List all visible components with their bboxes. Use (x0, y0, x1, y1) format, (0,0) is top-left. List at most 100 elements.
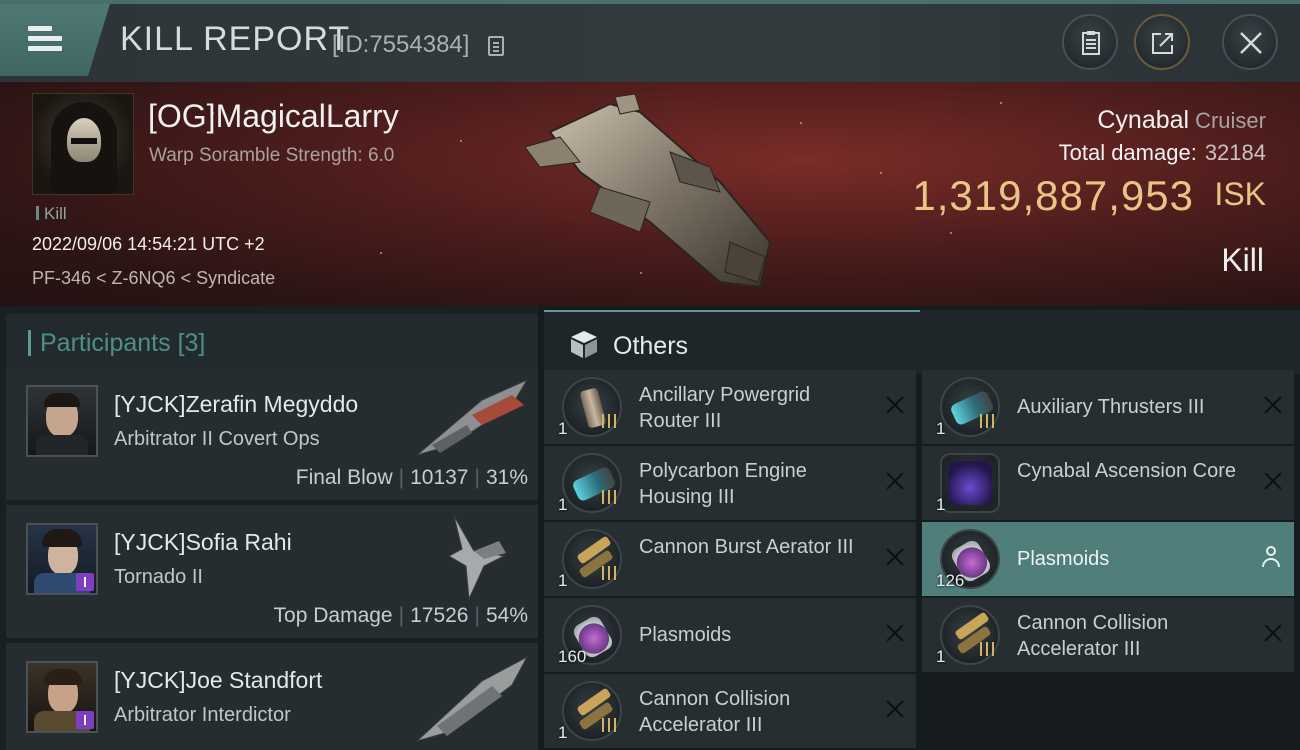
participants-count: [3] (177, 329, 206, 357)
warp-scramble-strength: Warp Soramble Strength: 6.0 (149, 145, 395, 166)
others-header[interactable]: Others (544, 310, 1300, 374)
battery-icon (562, 377, 622, 437)
thruster-icon (562, 453, 622, 513)
others-accent-line (544, 310, 920, 312)
cube-icon (571, 331, 597, 358)
copy-icon[interactable] (488, 36, 504, 56)
item-row[interactable]: 1 Cannon Collision Accelerator III (922, 598, 1294, 672)
destroyed-icon (1262, 394, 1284, 416)
participant-ship: Tornado II (114, 566, 203, 588)
participant-row[interactable]: [YJCK]Zerafin Megyddo Arbitrator II Cove… (6, 367, 538, 500)
item-row[interactable]: 1 Cannon Burst Aerator III (544, 522, 916, 596)
item-quantity: 1 (558, 495, 568, 514)
share-button[interactable] (1134, 14, 1190, 70)
participant-damage: 17526 (410, 604, 469, 627)
participant-ship-image (447, 515, 506, 601)
menu-button[interactable] (0, 4, 110, 76)
item-row[interactable]: 1 Ancillary Powergrid Router III (544, 370, 916, 444)
participant-avatar[interactable] (26, 385, 98, 457)
item-quantity: 1 (936, 495, 946, 514)
participant-row[interactable]: [YJCK]Joe Standfort Arbitrator Interdict… (6, 643, 538, 750)
item-name: Polycarbon Engine Housing III (639, 460, 807, 508)
close-button[interactable] (1222, 14, 1278, 70)
victim-ship-name[interactable]: Cynabal (1097, 106, 1189, 134)
isk-unit: ISK (1214, 176, 1266, 212)
item-row-selected[interactable]: 126 Plasmoids (922, 522, 1294, 596)
participant-avatar[interactable] (26, 661, 98, 733)
participant-ship-image (416, 655, 529, 742)
total-damage-value: 32184 (1204, 140, 1266, 165)
item-row[interactable]: 1 Auxiliary Thrusters III (922, 370, 1294, 444)
item-row[interactable]: 1 Polycarbon Engine Housing III (544, 446, 916, 520)
item-name: Plasmoids (1017, 548, 1110, 570)
destroyed-icon (884, 546, 906, 568)
person-icon[interactable] (1262, 546, 1280, 568)
item-quantity: 1 (558, 723, 568, 742)
participants-header[interactable]: Participants [3] (6, 314, 538, 370)
ammo-icon (562, 529, 622, 589)
destroyed-icon (884, 394, 906, 416)
kill-location: PF-346 < Z-6NQ6 < Syndicate (32, 268, 276, 288)
item-name: Ancillary Powergrid Router III (639, 384, 811, 432)
item-name: Cannon Collision Accelerator III (1017, 612, 1169, 660)
clipboard-button[interactable] (1062, 14, 1118, 70)
top-damage-label: Top Damage (273, 604, 393, 627)
destroyed-icon (884, 698, 906, 720)
page-title: KILL REPORT (120, 20, 351, 58)
destroyed-icon (1262, 470, 1284, 492)
kill-type-tag: Kill (36, 204, 67, 224)
header-accent-line (0, 0, 1300, 4)
participant-name[interactable]: [YJCK]Sofia Rahi (114, 529, 292, 556)
kill-result: Kill (1221, 242, 1264, 278)
item-quantity: 126 (936, 571, 965, 590)
item-quantity: 1 (558, 419, 568, 438)
victim-name[interactable]: [OG]MagicalLarry (148, 98, 399, 135)
victim-ship-class: Cruiser (1195, 108, 1266, 133)
ammo-icon (940, 605, 1000, 665)
item-row[interactable]: 160 Plasmoids (544, 598, 916, 672)
participant-row[interactable]: [YJCK]Sofia Rahi Tornado II Top Damage | 1… (6, 505, 538, 638)
item-name: Plasmoids (639, 624, 732, 646)
participant-damage: 10137 (410, 466, 469, 489)
kill-datetime: 2022/09/06 14:54:21 UTC +2 (32, 234, 265, 254)
destroyed-icon (884, 622, 906, 644)
participant-percent: 31% (485, 466, 528, 489)
participant-stats: Top Damage | 17526 | 54% (273, 604, 528, 627)
header-bar: KILL REPORT [ID:7554384] (0, 0, 1300, 82)
item-quantity: 1 (936, 647, 946, 666)
victim-banner: [OG]MagicalLarry Warp Soramble Strength:… (0, 82, 1300, 306)
participant-ship-image (416, 378, 529, 456)
total-damage-label: Total damage: (1058, 140, 1197, 165)
participant-name[interactable]: [YJCK]Joe Standfort (114, 667, 322, 694)
victim-ship: Cynabal Cruiser (1097, 106, 1266, 135)
item-name: Cannon Burst Aerator III (639, 536, 854, 558)
item-row[interactable]: 1 Cynabal Ascension Core (922, 446, 1294, 520)
item-quantity: 160 (558, 647, 587, 666)
item-name: Cynabal Ascension Core (1017, 460, 1237, 482)
participants-panel: Participants [3] [YJCK]Zerafin Megyddo A… (0, 306, 538, 750)
tier-icon (602, 490, 618, 504)
final-blow-label: Final Blow (295, 466, 393, 489)
hamburger-icon (28, 26, 62, 52)
ammo-icon (562, 681, 622, 741)
participant-percent: 54% (485, 604, 528, 627)
tier-icon (602, 414, 618, 428)
participant-name[interactable]: [YJCK]Zerafin Megyddo (114, 391, 358, 418)
share-icon (1152, 33, 1173, 54)
item-row[interactable]: 1 Cannon Collision Accelerator III (544, 674, 916, 748)
tier-icon (602, 566, 618, 580)
participants-label: Participants (40, 329, 171, 357)
participant-ship: Arbitrator II Covert Ops (114, 428, 320, 450)
item-quantity: 1 (936, 419, 946, 438)
isk-value: 1,319,887,953 (912, 172, 1194, 219)
participants-title: Participants [3] (40, 329, 205, 358)
destroyed-icon (1262, 622, 1284, 644)
victim-ship-image (524, 93, 772, 289)
destroyed-icon (884, 470, 906, 492)
participant-avatar[interactable] (26, 523, 98, 595)
participant-stats: Final Blow | 10137 | 31% (295, 466, 528, 489)
thruster-icon (940, 377, 1000, 437)
others-panel: Others 1 Ancillary Powergrid Router III … (538, 306, 1300, 750)
victim-avatar[interactable] (32, 93, 134, 195)
role-badge (76, 573, 94, 591)
